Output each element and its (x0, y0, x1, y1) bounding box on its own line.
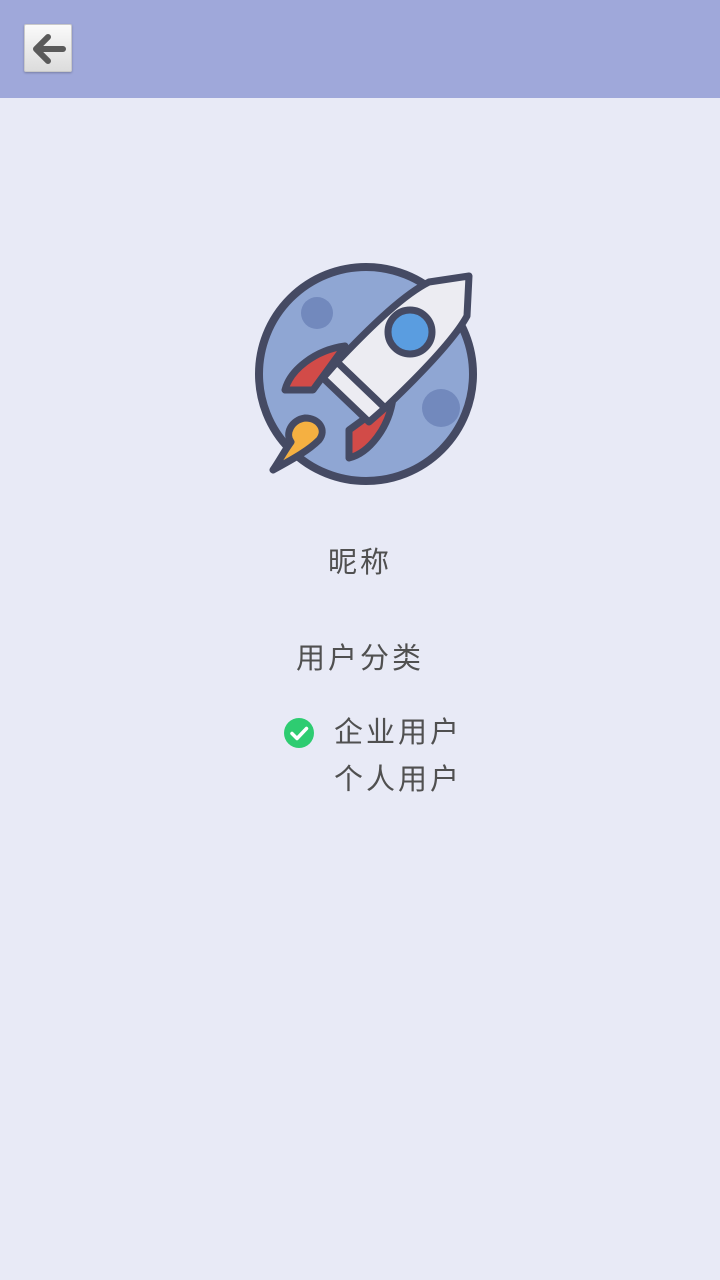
check-circle-icon (284, 718, 314, 748)
user-type-option-personal[interactable]: 个人用户 (282, 759, 502, 799)
arrow-left-icon (33, 34, 66, 64)
rocket-icon (255, 263, 477, 485)
top-app-bar (0, 0, 720, 98)
user-type-option-enterprise[interactable]: 企业用户 (282, 712, 502, 752)
user-type-label: 企业用户 (334, 715, 463, 749)
nickname-label: 昵称 (327, 545, 392, 579)
user-type-label: 个人用户 (334, 762, 463, 796)
back-button[interactable] (24, 24, 72, 72)
user-category-label: 用户分类 (295, 641, 424, 675)
